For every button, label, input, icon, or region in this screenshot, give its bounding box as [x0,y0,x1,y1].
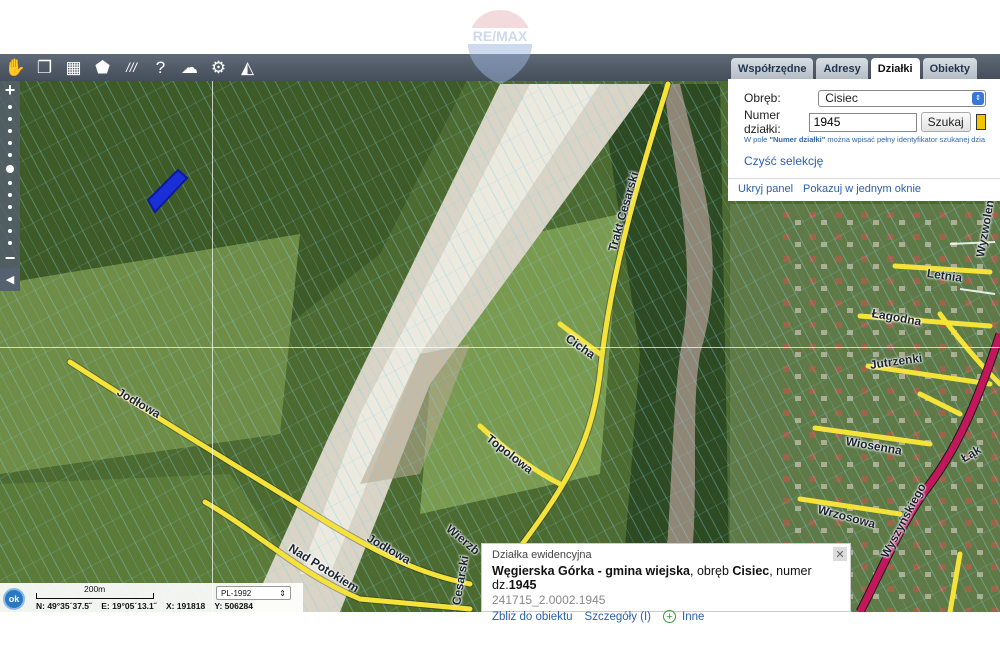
panel-tabs: Współrzędne Adresy Działki Obiekty [728,54,1000,79]
crs-value: PL-1992 [221,588,252,598]
tab-dzialki[interactable]: Działki [870,58,920,79]
triangle-icon[interactable]: ◭ [234,55,261,80]
pan-hand-icon[interactable]: ✋ [2,55,29,80]
coord-y: Y: 506284 [214,601,254,611]
search-panel: Współrzędne Adresy Działki Obiekty Obręb… [728,54,1000,201]
chevron-updown-icon: ⇕ [279,588,286,598]
obreb-label: Obręb: [744,91,781,105]
zoom-level[interactable] [8,141,12,145]
popup-description: Węgierska Górka - gmina wiejska, obręb C… [492,564,812,592]
shape-icon[interactable]: ⬟ [89,55,116,80]
plus-icon[interactable]: + [663,610,677,623]
settings-icon[interactable]: ⚙ [205,55,232,80]
zoom-level[interactable] [8,193,12,197]
map-toolbar: ✋ ❐ ▦ ⬟ /// ? ☁ ⚙ ◭ [0,54,728,81]
help-icon[interactable]: ? [147,55,174,80]
remax-text: RE/MAX [473,28,528,44]
popup-actions: Zbliż do obiektu Szczegóły (I) + Inne [492,610,840,623]
numer-label: Numer działki: [744,108,781,136]
numer-dzialki-input[interactable] [808,112,917,132]
zoom-in-button[interactable]: + [5,81,16,101]
tab-obiekty[interactable]: Obiekty [922,58,977,79]
highlight-color-swatch[interactable] [975,114,986,130]
layers-icon[interactable]: ❐ [31,55,58,80]
zoom-level[interactable] [8,217,12,221]
obreb-value: Cisiec [825,91,858,105]
zoom-level[interactable] [8,105,12,109]
panel-footer: Ukryj panel Pokazuj w jednym oknie [728,178,1000,195]
details-link[interactable]: Szczegóły (I) [585,611,651,623]
zoom-level[interactable] [8,241,12,245]
tab-wspolrzedne[interactable]: Współrzędne [731,58,814,79]
parcel-id: 241715_2.0002.1945 [492,593,606,607]
ok-button[interactable]: ok [3,588,25,610]
status-bar: ok 200m N: 49°35´37.5˝ E: 19°05´13.1˝ X:… [0,583,303,612]
clear-selection-link[interactable]: Czyść selekcję [744,154,986,168]
crosshair-horizontal [0,347,1000,348]
zoom-level[interactable] [8,117,12,121]
zoom-level[interactable] [8,129,12,133]
zoom-bar: + − [0,81,20,291]
crs-select[interactable]: PL-1992 ⇕ [216,586,291,600]
other-link[interactable]: Inne [682,611,704,623]
show-one-window-link[interactable]: Pokazuj w jednym oknie [803,183,921,195]
hide-panel-link[interactable]: Ukryj panel [738,183,793,195]
search-hint: W pole "Numer działki" można wpisać pełn… [744,135,985,144]
crosshair-vertical [212,54,213,612]
layout-icon[interactable]: ▦ [60,55,87,80]
parcel-popup: Działka ewidencyjna Węgierska Górka - gm… [481,543,851,623]
scale-bar [36,593,154,599]
coord-e: E: 19°05´13.1˝ [101,601,157,611]
zoom-level[interactable] [8,205,12,209]
search-button[interactable]: Szukaj [920,112,971,132]
coord-n: N: 49°35´37.5˝ [36,601,92,611]
cloud-download-icon[interactable]: ☁ [176,55,203,80]
zoom-to-object-link[interactable]: Zbliż do obiektu [492,611,573,623]
zoom-level[interactable] [8,153,12,157]
coordinates-readout: N: 49°35´37.5˝ E: 19°05´13.1˝ X: 191818 … [36,601,260,611]
zoom-level-active[interactable] [6,165,14,173]
zoom-out-button[interactable]: − [5,249,16,269]
collapse-arrow-icon[interactable]: ◀ [0,268,20,290]
close-icon[interactable]: ✕ [833,547,847,561]
coord-x: X: 191818 [165,601,206,611]
zoom-level[interactable] [8,229,12,233]
popup-title: Działka ewidencyjna [492,549,592,561]
obreb-select[interactable]: Cisiec ⇕ [818,89,986,107]
select-caret-icon: ⇕ [972,91,984,105]
measure-icon[interactable]: /// [118,55,145,80]
tab-adresy[interactable]: Adresy [816,58,868,79]
zoom-level[interactable] [8,181,12,185]
